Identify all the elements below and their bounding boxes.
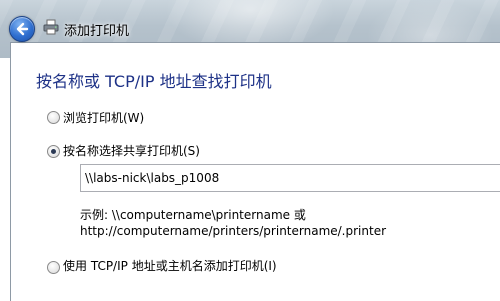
tcpip-printer-radio[interactable] — [47, 261, 60, 274]
back-button[interactable] — [9, 16, 35, 42]
page-heading: 按名称或 TCP/IP 地址查找打印机 — [36, 72, 272, 91]
browse-printer-label[interactable]: 浏览打印机(W) — [63, 109, 144, 126]
shared-printer-radio[interactable] — [47, 145, 60, 158]
shared-printer-label[interactable]: 按名称选择共享打印机(S) — [63, 142, 200, 159]
browse-printer-radio[interactable] — [47, 111, 60, 124]
shared-printer-path-input[interactable] — [80, 164, 500, 192]
back-arrow-icon — [16, 22, 29, 36]
example-line-2: http://computername/printers/printername… — [80, 224, 387, 238]
tcpip-printer-label[interactable]: 使用 TCP/IP 地址或主机名添加打印机(I) — [63, 257, 277, 274]
example-line-1: 示例: \\computername\printername 或 — [80, 208, 306, 222]
printer-icon — [43, 19, 59, 39]
window-title: 添加打印机 — [64, 24, 130, 39]
